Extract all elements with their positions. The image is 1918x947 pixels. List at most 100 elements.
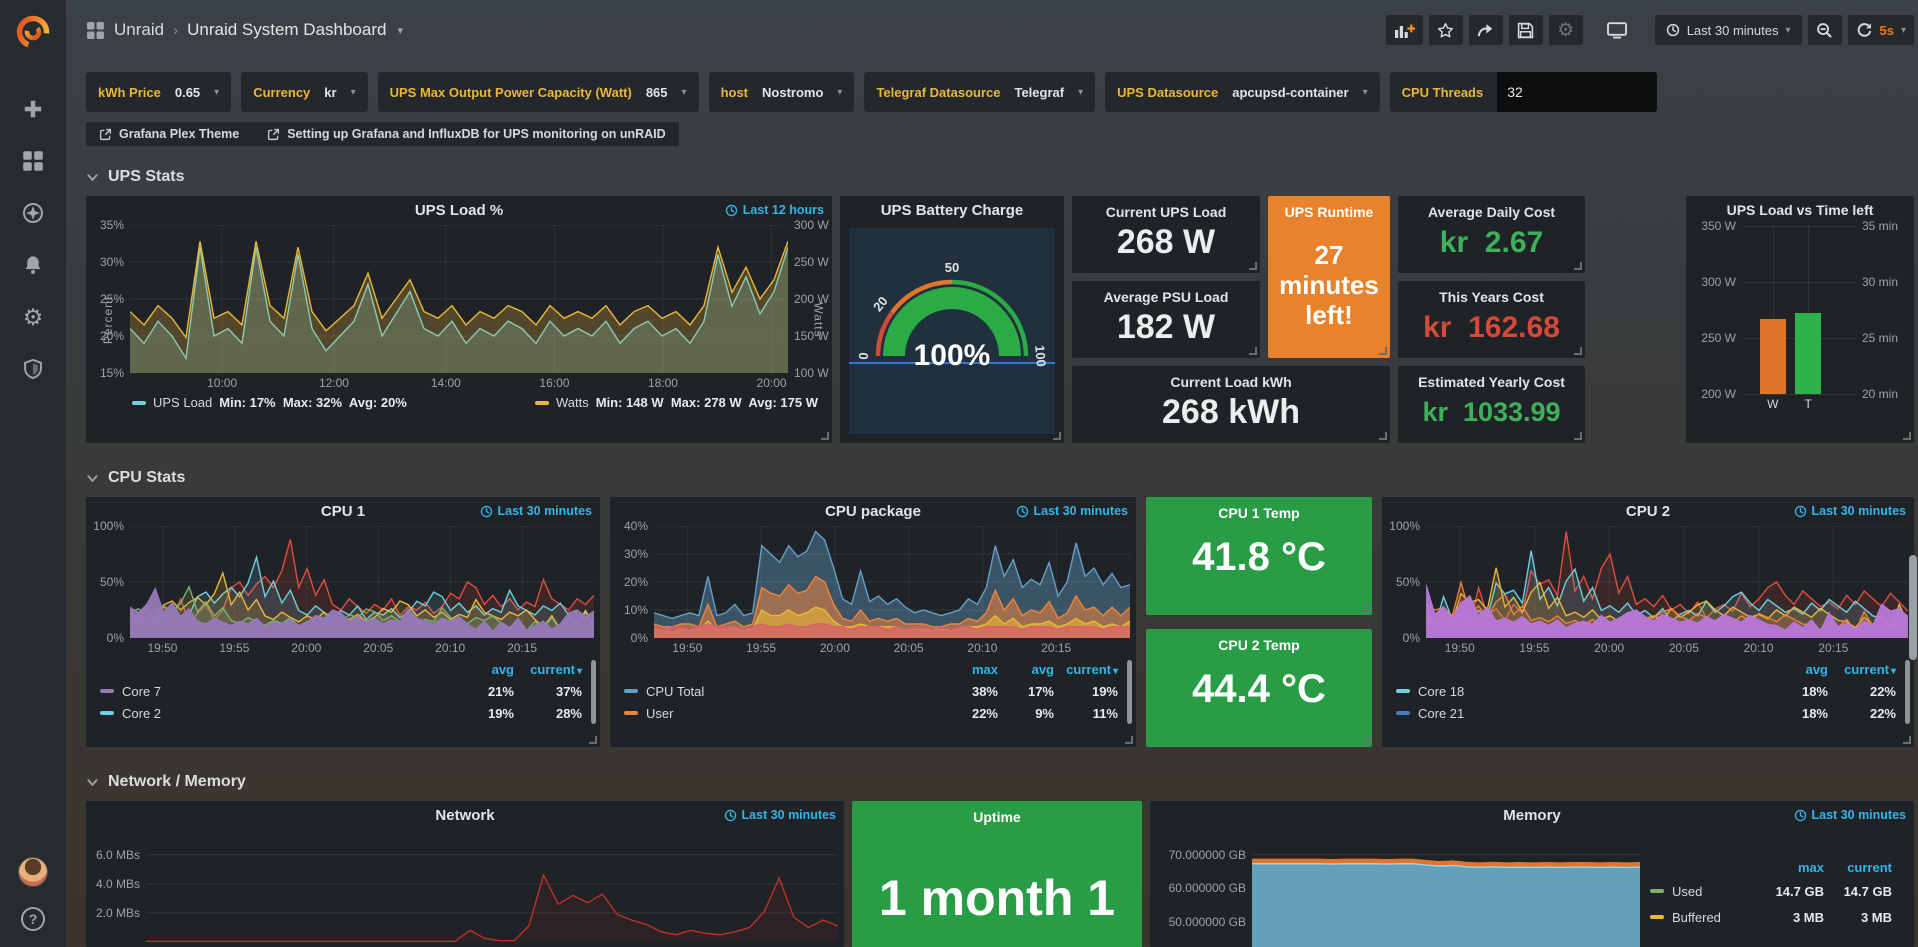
axis-tick-label: 20:00 [1594,641,1624,655]
refresh-picker[interactable]: 5s ▾ [1848,15,1915,45]
network-chart[interactable] [146,830,838,942]
panel-title[interactable]: Estimated Yearly Cost [1418,366,1565,390]
panel-title[interactable]: Current UPS Load [1106,196,1227,220]
legend-core18[interactable]: Core 18 [1396,684,1766,699]
axis-tick-label: 19:55 [219,641,249,655]
section-cpu-stats[interactable]: CPU Stats [86,469,1914,497]
var-currency[interactable]: Currency kr ▾ [241,72,367,112]
cpu1-chart[interactable] [130,526,594,638]
bar-w[interactable] [1760,319,1786,394]
refresh-icon [1856,22,1873,39]
legend-col-max[interactable]: max [936,662,998,677]
legend-ups-load[interactable]: UPS Load Min: 17% Max: 32% Avg: 20% [132,395,407,410]
panel-title[interactable]: Current Load kWh [1170,366,1291,390]
var-host[interactable]: host Nostromo ▾ [709,72,855,112]
legend-col-avg[interactable]: avg [998,662,1054,677]
panel-cpu1-temp: CPU 1 Temp 41.8 °C [1146,497,1372,615]
legend-core21[interactable]: Core 21 [1396,706,1766,721]
var-telegraf-datasource[interactable]: Telegraf Datasource Telegraf ▾ [864,72,1095,112]
clock-icon [725,204,738,217]
panel-title[interactable]: UPS Load % [86,196,832,219]
cpu-temp-stack: CPU 1 Temp 41.8 °C CPU 2 Temp 44.4 °C [1146,497,1372,747]
axis-tick-label: 20 min [1862,387,1898,401]
panel-title[interactable]: Average Daily Cost [1428,196,1555,220]
configuration-gear-icon[interactable]: ⚙ [20,304,46,330]
grafana-logo[interactable] [0,0,66,64]
section-ups-stats[interactable]: UPS Stats [86,168,1914,196]
ups-load-chart[interactable] [130,225,788,373]
page-scrollbar[interactable] [1909,555,1917,660]
var-ups-datasource[interactable]: UPS Datasource apcupsd-container ▾ [1105,72,1379,112]
var-kwh-price[interactable]: kWh Price 0.65 ▾ [86,72,231,112]
legend-row: User 22%9%11% [624,702,1118,724]
panel-title[interactable]: UPS Runtime [1285,196,1374,220]
page-title[interactable]: Unraid System Dashboard [187,20,386,40]
explore-compass-icon[interactable] [20,200,46,226]
legend-scrollbar[interactable] [591,660,596,724]
chevron-down-icon: ▾ [351,87,356,98]
panel-title[interactable]: CPU 2 Temp [1218,629,1299,653]
create-plus-icon[interactable] [20,96,46,122]
add-panel-button[interactable] [1386,15,1423,45]
bar-t[interactable] [1795,313,1821,394]
link-grafana-plex-theme[interactable]: Grafana Plex Theme [99,127,239,141]
legend-cpu-total[interactable]: CPU Total [624,684,936,699]
legend-col-current[interactable]: current [1828,662,1896,677]
panel-title[interactable]: UPS Battery Charge [840,196,1064,219]
section-network-memory[interactable]: Network / Memory [86,773,1914,801]
cpu2-chart[interactable] [1426,526,1908,638]
ups-bar-chart[interactable] [1742,226,1856,394]
cpu-threads-input[interactable] [1497,72,1657,112]
axis-tick-label: 60.000000 GB [1169,881,1246,895]
legend-col-current[interactable]: current [514,662,582,677]
panel-title[interactable]: Average PSU Load [1104,281,1229,305]
help-icon[interactable]: ? [21,907,45,931]
cpu-package-chart[interactable] [654,526,1130,638]
zoom-out-icon [1816,22,1833,39]
link-ups-monitoring-guide[interactable]: Setting up Grafana and InfluxDB for UPS … [267,127,665,141]
share-dashboard-button[interactable] [1469,15,1503,45]
legend-user[interactable]: User [624,706,936,721]
chevron-down-icon: ▾ [1785,25,1790,36]
legend-col-current[interactable]: current [1824,860,1892,875]
breadcrumb-app[interactable]: Unraid [114,20,164,40]
y-axis-left: 100%50%0% [1388,526,1426,638]
star-dashboard-button[interactable] [1429,15,1463,45]
var-ups-max-output[interactable]: UPS Max Output Power Capacity (Watt) 865… [378,72,699,112]
legend-scrollbar[interactable] [1127,660,1132,724]
panel-title[interactable]: UPS Load vs Time left [1686,196,1914,218]
dashboards-icon[interactable] [20,148,46,174]
panel-title[interactable]: This Years Cost [1439,281,1544,305]
legend-col-max[interactable]: max [1762,860,1824,875]
legend-used[interactable]: Used [1650,884,1762,899]
stat-value: 1 month 1 [879,869,1115,927]
server-admin-shield-icon[interactable] [20,356,46,382]
add-panel-icon [1394,22,1415,39]
legend-core2[interactable]: Core 2 [100,706,452,721]
legend-col-avg[interactable]: avg [452,662,514,677]
panel-title[interactable]: Uptime [973,801,1020,825]
y-axis-left: 350 W300 W250 W200 W [1690,226,1742,394]
axis-tick-label: 20:05 [1669,641,1699,655]
alerting-bell-icon[interactable] [20,252,46,278]
legend-scrollbar[interactable] [1905,660,1910,724]
legend-col-avg[interactable]: avg [1766,662,1828,677]
cpu1-temp-sparkline [1149,573,1369,613]
zoom-out-button[interactable] [1808,15,1842,45]
save-dashboard-button[interactable] [1509,15,1543,45]
user-avatar[interactable] [18,857,48,887]
battery-gauge[interactable]: 02050100100% [852,258,1052,393]
dashboard-settings-button[interactable]: ⚙ [1549,15,1583,45]
legend-col-current[interactable]: current [1054,662,1118,677]
cycle-view-button[interactable] [1599,15,1635,45]
y-axis-left: 70.000000 GB60.000000 GB50.000000 GB [1156,830,1252,947]
legend-buffered[interactable]: Buffered [1650,910,1762,925]
svg-text:100%: 100% [914,339,991,372]
panel-title[interactable]: CPU 1 Temp [1218,497,1299,521]
time-range-picker[interactable]: Last 30 minutes ▾ [1655,15,1802,45]
legend-core7[interactable]: Core 7 [100,684,452,699]
breadcrumb[interactable]: Unraid › Unraid System Dashboard ▾ [86,20,403,40]
legend-watts[interactable]: Watts Min: 148 W Max: 278 W Avg: 175 W [535,395,818,410]
panel-ups-load: UPS Load % Last 12 hours 35%30%25%20%15%… [86,196,832,443]
memory-chart[interactable] [1252,830,1640,947]
